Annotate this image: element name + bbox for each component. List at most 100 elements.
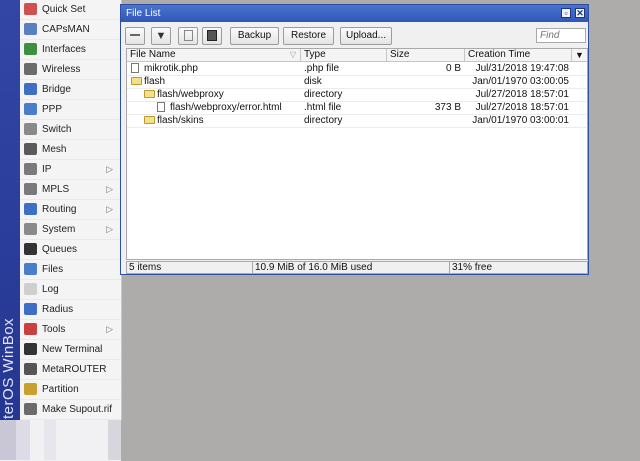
menu-item-capsman[interactable]: CAPsMAN <box>20 20 121 40</box>
table-row[interactable]: flash/skins directory Jan/01/1970 03:00:01 <box>127 114 587 128</box>
submenu-arrow-icon: ▷ <box>106 224 113 234</box>
menu-item-label: Partition <box>42 384 79 395</box>
column-chooser-button[interactable]: ▼ <box>572 49 587 61</box>
backup-button[interactable]: Backup <box>230 27 279 45</box>
maximize-button[interactable]: ▫ <box>561 8 571 18</box>
ppp-icon <box>24 103 37 115</box>
file-size <box>387 75 461 88</box>
table-row[interactable]: mikrotik.php .php file 0 B Jul/31/2018 19:4… <box>127 62 587 76</box>
column-header-type[interactable]: Type <box>301 49 387 61</box>
table-row[interactable]: flash/webproxy/error.html .html file 373 B… <box>127 101 587 115</box>
copy-button[interactable] <box>178 27 198 45</box>
column-header-size[interactable]: Size <box>387 49 465 61</box>
quick-set-icon <box>24 3 37 15</box>
log-icon <box>24 283 37 295</box>
copy-icon <box>183 29 193 41</box>
file-type: .php file <box>304 63 340 74</box>
file-icon <box>131 63 139 73</box>
partition-icon <box>24 383 37 395</box>
menu-item-label: CAPsMAN <box>42 24 90 35</box>
table-row[interactable]: flash/webproxy directory Jul/27/2018 18:57… <box>127 88 587 102</box>
find-input[interactable] <box>536 28 586 43</box>
menu-item-ip[interactable]: IP ▷ <box>20 160 121 180</box>
upload-button[interactable]: Upload... <box>340 27 392 45</box>
files-icon <box>24 263 37 275</box>
capsman-icon <box>24 23 37 35</box>
menu-item-partition[interactable]: Partition <box>20 380 121 400</box>
file-size: 0 B <box>445 63 461 74</box>
file-name: flash/skins <box>157 115 204 126</box>
remove-button[interactable] <box>125 27 145 45</box>
restore-button[interactable]: Restore <box>283 27 334 45</box>
menu-item-label: IP <box>42 164 52 175</box>
menu-item-label: System <box>42 224 76 235</box>
file-icon <box>157 102 165 112</box>
menu-item-label: Mesh <box>42 144 67 155</box>
menu-item-label: PPP <box>42 104 63 115</box>
menu-item-label: Tools <box>42 324 66 335</box>
blurred-area <box>0 420 121 461</box>
radius-icon <box>24 303 37 315</box>
file-list-window: File List ▫ ✕ ▼ Backup Restore Upload...… <box>120 4 589 275</box>
routing-icon <box>24 203 37 215</box>
menu-item-new-terminal[interactable]: New Terminal <box>20 340 121 360</box>
filter-icon: ▼ <box>155 30 167 42</box>
menu-item-ppp[interactable]: PPP <box>20 100 121 120</box>
menu-item-metarouter[interactable]: MetaROUTER <box>20 360 121 380</box>
menu-item-mpls[interactable]: MPLS ▷ <box>20 180 121 200</box>
menu-item-routing[interactable]: Routing ▷ <box>20 200 121 220</box>
close-button[interactable]: ✕ <box>575 8 585 18</box>
column-header-file-name[interactable]: File Name ▽ <box>127 49 301 61</box>
menu-item-label: Interfaces <box>42 44 86 55</box>
menu-item-bridge[interactable]: Bridge <box>20 80 121 100</box>
menu-item-radius[interactable]: Radius <box>20 300 121 320</box>
window-titlebar[interactable]: File List ▫ ✕ <box>121 5 588 22</box>
menu-item-quick-set[interactable]: Quick Set <box>20 0 121 20</box>
terminal-icon <box>24 343 37 355</box>
menu-item-tools[interactable]: Tools ▷ <box>20 320 121 340</box>
sort-icon: ▽ <box>289 50 296 59</box>
file-size <box>387 88 461 101</box>
queues-icon <box>24 243 37 255</box>
switch-icon <box>24 123 37 135</box>
paste-button[interactable] <box>202 27 222 45</box>
menu-item-queues[interactable]: Queues <box>20 240 121 260</box>
menu-item-label: Make Supout.rif <box>42 404 113 415</box>
menu-item-label: Routing <box>42 204 77 215</box>
ip-icon <box>24 163 37 175</box>
menu-item-switch[interactable]: Switch <box>20 120 121 140</box>
menu-item-make-supout-rif[interactable]: Make Supout.rif <box>20 400 121 420</box>
folder-icon <box>131 77 142 85</box>
menu-item-files[interactable]: Files <box>20 260 121 280</box>
filter-button[interactable]: ▼ <box>151 27 171 45</box>
creation-time: Jan/01/1970 03:00:01 <box>472 115 569 126</box>
menu-item-wireless[interactable]: Wireless <box>20 60 121 80</box>
file-type: disk <box>304 76 322 87</box>
creation-time: Jul/27/2018 18:57:01 <box>475 89 569 100</box>
menu-item-mesh[interactable]: Mesh <box>20 140 121 160</box>
column-header-creation-time[interactable]: Creation Time <box>465 49 572 61</box>
menu-item-label: Quick Set <box>42 4 86 15</box>
mpls-icon <box>24 183 37 195</box>
menu-item-label: Log <box>42 284 59 295</box>
submenu-arrow-icon: ▷ <box>106 184 113 194</box>
menu-item-label: Files <box>42 264 64 275</box>
menu-item-interfaces[interactable]: Interfaces <box>20 40 121 60</box>
brand-strip: RouterOS WinBox <box>0 0 20 461</box>
table-header: File Name ▽ Type Size Creation Time ▼ <box>127 49 587 62</box>
menu-item-label: MetaROUTER <box>42 364 107 375</box>
table-row[interactable]: flash disk Jan/01/1970 03:00:05 <box>127 75 587 89</box>
menu-item-label: Bridge <box>42 84 71 95</box>
file-name: mikrotik.php <box>144 63 198 74</box>
file-type: directory <box>304 115 343 126</box>
menu-item-log[interactable]: Log <box>20 280 121 300</box>
file-name: flash/webproxy <box>157 89 224 100</box>
toolbar: ▼ Backup Restore Upload... <box>121 25 588 47</box>
file-type: directory <box>304 89 343 100</box>
menu-item-system[interactable]: System ▷ <box>20 220 121 240</box>
file-name: flash/webproxy/error.html <box>170 102 282 113</box>
bridge-icon <box>24 83 37 95</box>
file-size <box>387 114 461 127</box>
status-free-space: 31% free <box>452 262 493 273</box>
folder-icon <box>144 90 155 98</box>
